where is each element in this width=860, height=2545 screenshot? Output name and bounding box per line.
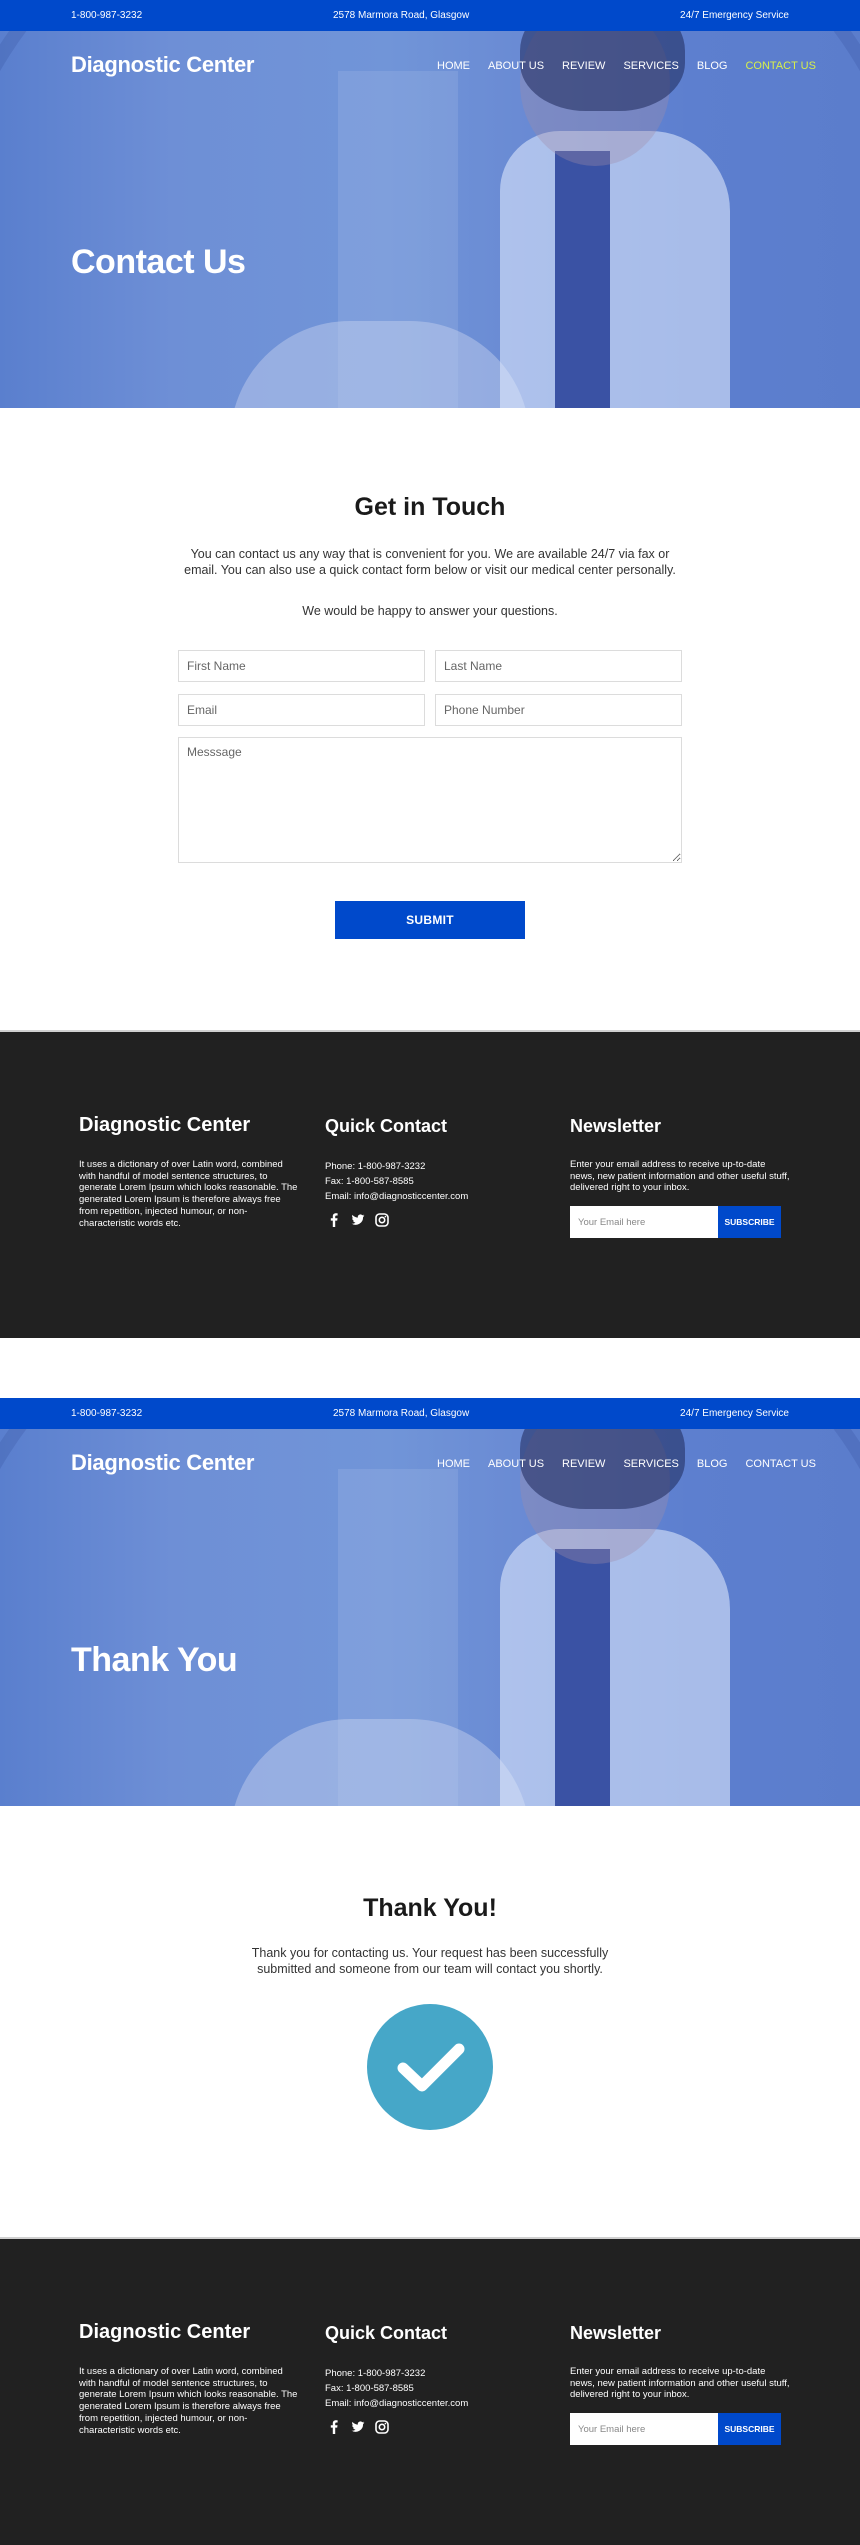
main-nav: Diagnostic Center HOME ABOUT US REVIEW S… bbox=[0, 31, 860, 101]
newsletter-title: Newsletter bbox=[570, 1116, 662, 1136]
footer-phone: Phone: 1-800-987-3232 bbox=[325, 2368, 426, 2379]
thank-you-page: 1-800-987-3232 2578 Marmora Road, Glasgo… bbox=[0, 1398, 860, 2545]
nav-item-about-us[interactable]: ABOUT US bbox=[488, 1458, 544, 1470]
nav-item-home[interactable]: HOME bbox=[437, 60, 470, 72]
facebook-icon[interactable] bbox=[327, 2420, 341, 2434]
nav-item-contact-us[interactable]: CONTACT US bbox=[745, 60, 816, 72]
newsletter-text: Enter your email address to receive up-t… bbox=[570, 1159, 790, 1193]
contact-intro-secondary: We would be happy to answer your questio… bbox=[302, 604, 558, 618]
submit-button[interactable]: SUBMIT bbox=[335, 901, 525, 939]
contact-section: Get in Touch You can contact us any way … bbox=[0, 408, 860, 1030]
message-textarea[interactable] bbox=[178, 737, 682, 863]
hero-title: Contact Us bbox=[71, 243, 246, 281]
subscribe-button[interactable]: SUBSCRIBE bbox=[718, 2413, 781, 2445]
email-input[interactable] bbox=[178, 694, 425, 726]
footer-phone: Phone: 1-800-987-3232 bbox=[325, 1161, 426, 1172]
nav-item-blog[interactable]: BLOG bbox=[697, 1458, 728, 1470]
hero-background-doctor bbox=[500, 1529, 730, 1806]
nav-item-services[interactable]: SERVICES bbox=[623, 1458, 678, 1470]
section-heading: Thank You! bbox=[363, 1894, 497, 1922]
site-logo[interactable]: Diagnostic Center bbox=[71, 52, 254, 78]
thank-you-message: Thank you for contacting us. Your reques… bbox=[251, 1946, 609, 1976]
section-heading: Get in Touch bbox=[354, 493, 506, 521]
page-separator bbox=[0, 1338, 860, 1398]
footer-brand: Diagnostic Center bbox=[79, 1114, 251, 1136]
topbar-address: 2578 Marmora Road, Glasgow bbox=[333, 10, 470, 21]
topbar-phone: 1-800-987-3232 bbox=[71, 10, 143, 21]
instagram-icon[interactable] bbox=[375, 1213, 389, 1227]
twitter-icon[interactable] bbox=[351, 2420, 365, 2434]
nav-item-about-us[interactable]: ABOUT US bbox=[488, 60, 544, 72]
newsletter-email-input[interactable] bbox=[570, 1206, 718, 1238]
newsletter-title: Newsletter bbox=[570, 2323, 662, 2343]
last-name-input[interactable] bbox=[435, 650, 682, 682]
newsletter-email-input[interactable] bbox=[570, 2413, 718, 2445]
quick-contact-title: Quick Contact bbox=[325, 2323, 448, 2343]
hero-background-doctor bbox=[500, 131, 730, 408]
hero-background-doctor-shirt bbox=[555, 1549, 610, 1806]
instagram-icon[interactable] bbox=[375, 2420, 389, 2434]
nav-item-contact-us[interactable]: CONTACT US bbox=[745, 1458, 816, 1470]
site-logo[interactable]: Diagnostic Center bbox=[71, 1450, 254, 1476]
subscribe-button[interactable]: SUBSCRIBE bbox=[718, 1206, 781, 1238]
nav-menu: HOME ABOUT US REVIEW SERVICES BLOG CONTA… bbox=[437, 1458, 834, 1470]
nav-item-services[interactable]: SERVICES bbox=[623, 60, 678, 72]
first-name-input[interactable] bbox=[178, 650, 425, 682]
quick-contact-title: Quick Contact bbox=[325, 1116, 448, 1136]
main-nav: Diagnostic Center HOME ABOUT US REVIEW S… bbox=[0, 1429, 860, 1499]
hero-banner: Diagnostic Center HOME ABOUT US REVIEW S… bbox=[0, 31, 860, 408]
nav-item-blog[interactable]: BLOG bbox=[697, 60, 728, 72]
twitter-icon[interactable] bbox=[351, 1213, 365, 1227]
facebook-icon[interactable] bbox=[327, 1213, 341, 1227]
nav-item-home[interactable]: HOME bbox=[437, 1458, 470, 1470]
nav-menu: HOME ABOUT US REVIEW SERVICES BLOG CONTA… bbox=[437, 60, 834, 72]
check-circle-icon bbox=[367, 2004, 493, 2130]
contact-page: 1-800-987-3232 2578 Marmora Road, Glasgo… bbox=[0, 0, 860, 1338]
top-bar: 1-800-987-3232 2578 Marmora Road, Glasgo… bbox=[0, 0, 860, 31]
footer-fax: Fax: 1-800-587-8585 bbox=[325, 1176, 414, 1187]
contact-intro: You can contact us any way that is conve… bbox=[184, 547, 676, 577]
social-links bbox=[327, 2420, 389, 2434]
topbar-phone: 1-800-987-3232 bbox=[71, 1408, 143, 1419]
topbar-service: 24/7 Emergency Service bbox=[680, 10, 789, 21]
footer-brand: Diagnostic Center bbox=[79, 2321, 251, 2343]
nav-item-review[interactable]: REVIEW bbox=[562, 1458, 605, 1470]
phone-input[interactable] bbox=[435, 694, 682, 726]
topbar-service: 24/7 Emergency Service bbox=[680, 1408, 789, 1419]
social-links bbox=[327, 1213, 389, 1227]
site-footer: Diagnostic Center It uses a dictionary o… bbox=[0, 2237, 860, 2545]
topbar-address: 2578 Marmora Road, Glasgow bbox=[333, 1408, 470, 1419]
thank-you-section: Thank You! Thank you for contacting us. … bbox=[0, 1806, 860, 2237]
nav-item-review[interactable]: REVIEW bbox=[562, 60, 605, 72]
footer-email[interactable]: Email: info@diagnosticcenter.com bbox=[325, 1191, 468, 1202]
hero-banner: Diagnostic Center HOME ABOUT US REVIEW S… bbox=[0, 1429, 860, 1806]
hero-background-doctor-shirt bbox=[555, 151, 610, 408]
hero-title: Thank You bbox=[71, 1641, 238, 1679]
top-bar: 1-800-987-3232 2578 Marmora Road, Glasgo… bbox=[0, 1398, 860, 1429]
footer-about-text: It uses a dictionary of over Latin word,… bbox=[79, 1159, 298, 1229]
footer-email[interactable]: Email: info@diagnosticcenter.com bbox=[325, 2398, 468, 2409]
newsletter-text: Enter your email address to receive up-t… bbox=[570, 2366, 790, 2400]
footer-fax: Fax: 1-800-587-8585 bbox=[325, 2383, 414, 2394]
footer-about-text: It uses a dictionary of over Latin word,… bbox=[79, 2366, 298, 2436]
site-footer: Diagnostic Center It uses a dictionary o… bbox=[0, 1030, 860, 1338]
